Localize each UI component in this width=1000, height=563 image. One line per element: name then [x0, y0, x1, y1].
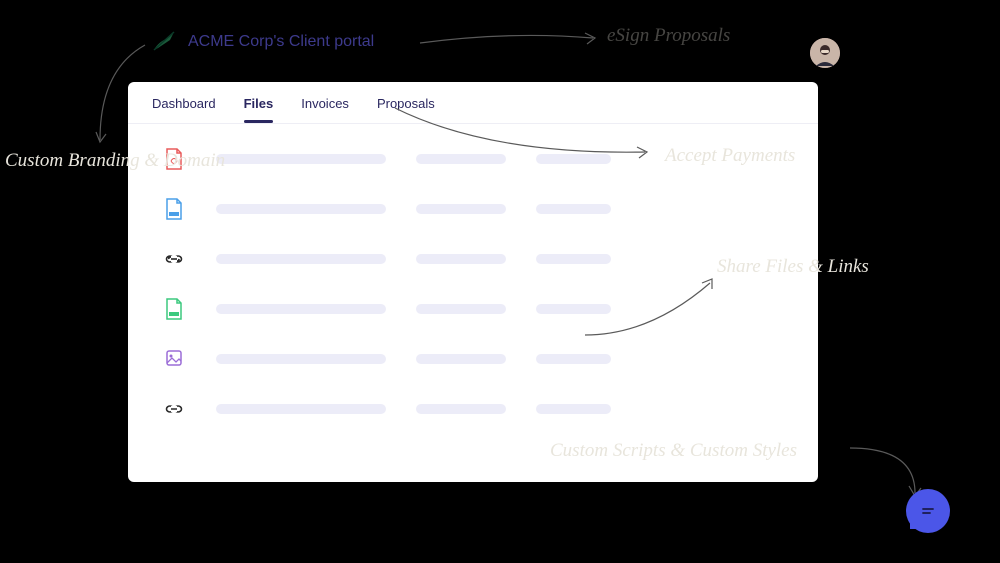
placeholder	[536, 404, 611, 414]
placeholder	[216, 404, 386, 414]
placeholder	[536, 354, 611, 364]
placeholder	[416, 154, 506, 164]
placeholder	[416, 204, 506, 214]
placeholder	[416, 254, 506, 264]
portal-title: ACME Corp's Client portal	[188, 33, 374, 51]
annotation-branding: Custom Branding & Domain	[5, 150, 225, 172]
link-icon	[164, 398, 184, 420]
placeholder	[416, 404, 506, 414]
placeholder	[216, 154, 386, 164]
file-row-content	[216, 354, 794, 364]
placeholder	[216, 354, 386, 364]
doc-file-icon	[164, 198, 184, 220]
portal-window: Dashboard Files Invoices Proposals	[128, 82, 818, 482]
file-row[interactable]	[164, 248, 794, 270]
file-row-content	[216, 254, 794, 264]
tabs-bar: Dashboard Files Invoices Proposals	[128, 82, 818, 124]
placeholder	[216, 204, 386, 214]
annotation-scripts: Custom Scripts & Custom Styles	[550, 440, 797, 462]
file-row-content	[216, 404, 794, 414]
placeholder	[536, 254, 611, 264]
file-row[interactable]	[164, 348, 794, 370]
sheet-file-icon	[164, 298, 184, 320]
placeholder	[216, 304, 386, 314]
chat-button[interactable]	[906, 489, 950, 533]
file-row[interactable]	[164, 198, 794, 220]
annotation-payments: Accept Payments	[665, 145, 795, 167]
file-row[interactable]	[164, 298, 794, 320]
tab-dashboard[interactable]: Dashboard	[152, 96, 216, 123]
image-file-icon	[164, 348, 184, 370]
placeholder	[416, 354, 506, 364]
placeholder	[216, 254, 386, 264]
tab-files[interactable]: Files	[244, 96, 274, 123]
placeholder	[536, 154, 611, 164]
file-list	[128, 124, 818, 458]
placeholder	[416, 304, 506, 314]
placeholder	[536, 304, 611, 314]
annotation-esign: eSign Proposals	[607, 25, 730, 47]
portal-header: ACME Corp's Client portal	[150, 28, 374, 56]
avatar[interactable]	[810, 38, 840, 68]
file-row[interactable]	[164, 398, 794, 420]
file-row-content	[216, 304, 794, 314]
link-icon	[164, 248, 184, 270]
tab-proposals[interactable]: Proposals	[377, 96, 435, 123]
logo-icon	[150, 28, 178, 56]
placeholder	[536, 204, 611, 214]
annotation-files: Share Files & Links	[717, 256, 869, 278]
arrow-esign	[415, 28, 605, 48]
chat-icon	[919, 502, 937, 520]
tab-invoices[interactable]: Invoices	[301, 96, 349, 123]
file-row-content	[216, 204, 794, 214]
